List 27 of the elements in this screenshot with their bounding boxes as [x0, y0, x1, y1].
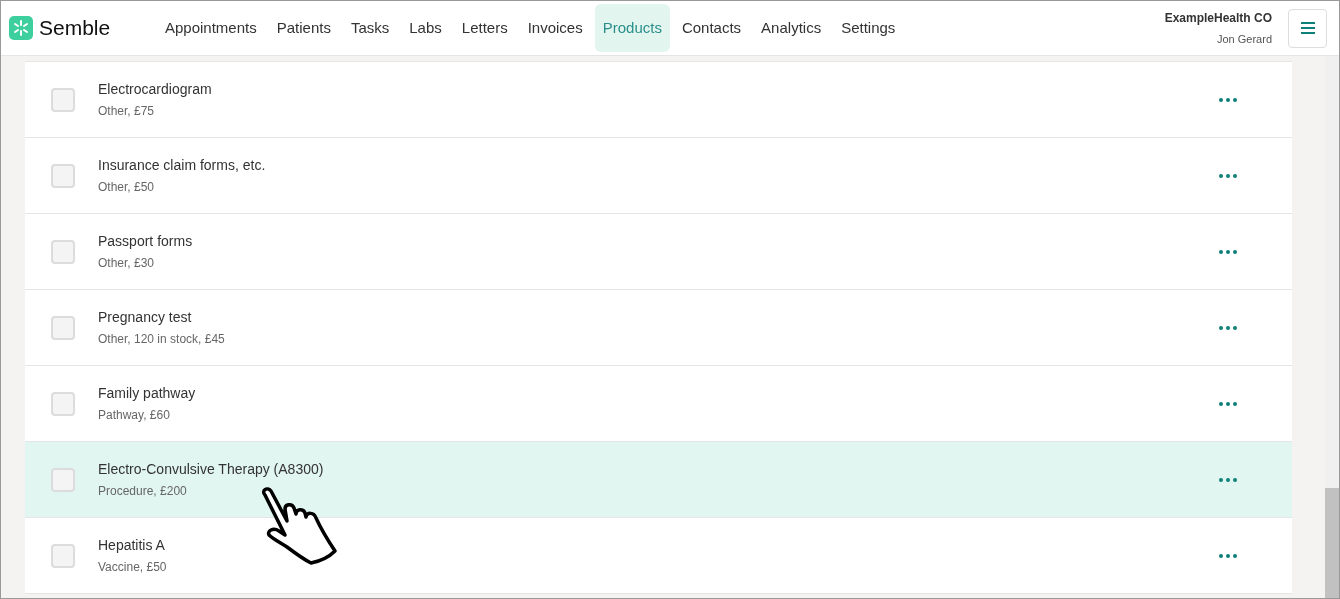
product-details: Pathway, £60	[98, 407, 171, 424]
product-name: Passport forms	[98, 232, 193, 251]
product-name: Electrocardiogram	[98, 80, 212, 99]
nav-tab[interactable]: Invoices	[519, 4, 591, 52]
nav-tab[interactable]: Settings	[833, 4, 904, 52]
nav-tab[interactable]: Products	[594, 4, 670, 52]
nav-tab[interactable]: Appointments	[157, 4, 265, 52]
product-details: Other, £75	[98, 103, 156, 120]
product-name: Insurance claim forms, etc.	[98, 156, 266, 175]
nav-tab[interactable]: Tasks	[342, 4, 398, 52]
product-name: Pregnancy test	[98, 308, 193, 327]
nav-tab[interactable]: Contacts	[673, 4, 750, 52]
user-name: Jon Gerard	[1216, 31, 1272, 47]
nav-tab[interactable]: Labs	[401, 4, 450, 52]
product-name: Electro-Convulsive Therapy (A8300)	[98, 460, 324, 479]
nav-tab[interactable]: Analytics	[753, 4, 830, 52]
product-details: Other, 120 in stock, £45	[98, 331, 225, 348]
product-name: Hepatitis A	[98, 536, 166, 555]
product-details: Other, £50	[98, 179, 156, 196]
organisation-name: ExampleHealth CO	[1164, 9, 1272, 27]
nav-tab[interactable]: Letters	[453, 4, 516, 52]
product-details: Other, £30	[98, 255, 156, 272]
product-details: Vaccine, £50	[98, 559, 167, 576]
product-name: Family pathway	[98, 384, 196, 403]
product-details: Procedure, £200	[98, 483, 188, 500]
nav-tab[interactable]: Patients	[268, 4, 339, 52]
brand-name: Semble	[39, 15, 111, 42]
